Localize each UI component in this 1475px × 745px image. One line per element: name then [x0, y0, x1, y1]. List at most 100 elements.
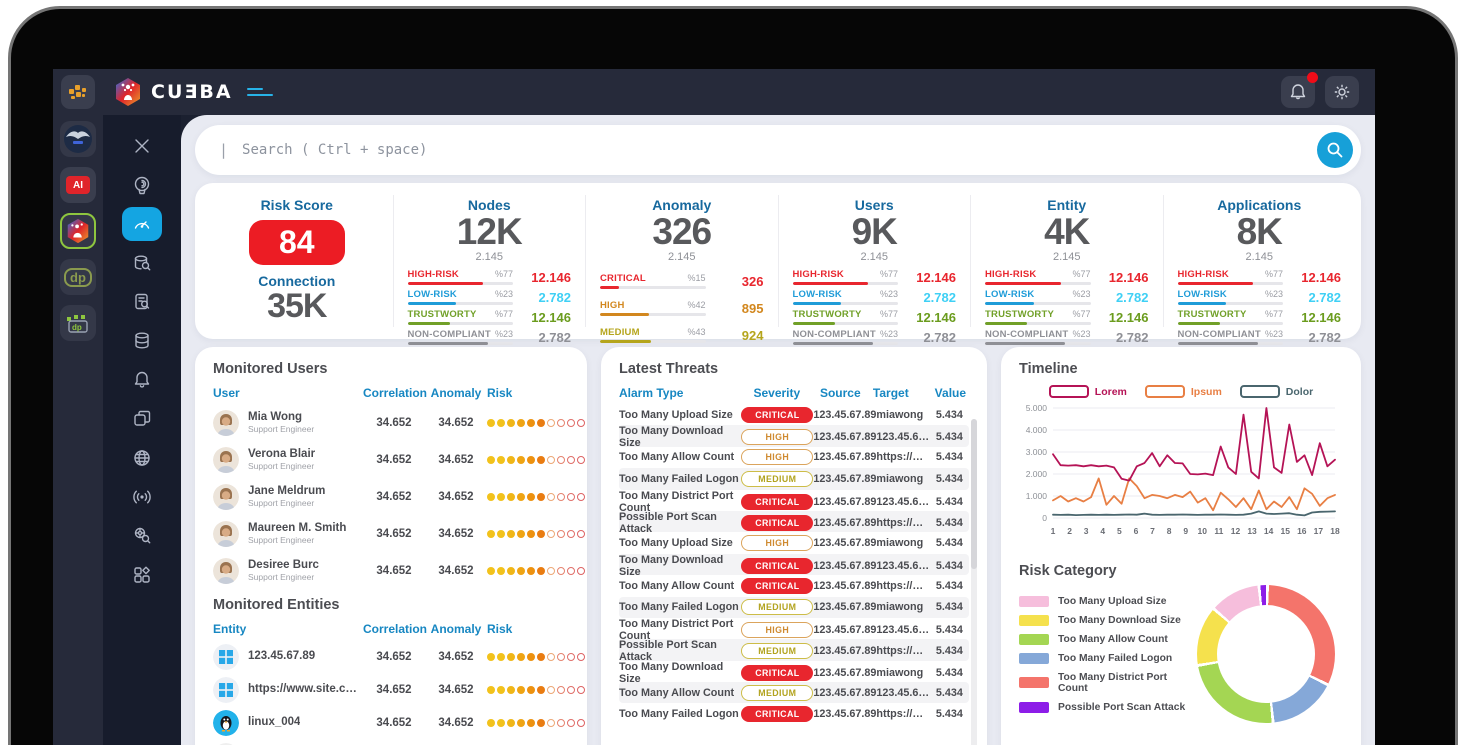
stat-mini-row: HIGH-RISK %77 12.146 — [1177, 269, 1341, 285]
nav-item-ai-head[interactable] — [122, 168, 162, 202]
severity-badge: CRITICAL — [741, 406, 814, 423]
svg-text:14: 14 — [1264, 526, 1274, 536]
nav-item-globe[interactable] — [122, 441, 162, 475]
risk-dots — [487, 566, 585, 575]
stat-mini-row: LOW-RISK %23 2.782 — [1177, 289, 1341, 305]
settings-button[interactable] — [1325, 76, 1359, 108]
entity-row[interactable]: https://www.site.com/... 34.652 34.652 — [213, 673, 585, 706]
svg-text:7: 7 — [1150, 526, 1155, 536]
nav-item-bell[interactable] — [122, 363, 162, 397]
risk-legend-item[interactable]: Too Many Download Size — [1019, 614, 1197, 626]
threat-row[interactable]: Too Many Allow Count HIGH 123.45.67.89 h… — [619, 447, 969, 468]
cueba-app-icon[interactable] — [60, 213, 96, 249]
ai-app-icon[interactable]: AI — [60, 167, 96, 203]
nav-item-broadcast[interactable] — [122, 480, 162, 514]
threat-row[interactable]: Too Many Download Size CRITICAL 123.45.6… — [619, 661, 969, 685]
stat-mini-row: LOW-RISK %23 2.782 — [407, 289, 571, 305]
severity-badge: MEDIUM — [741, 470, 814, 487]
svg-text:13: 13 — [1247, 526, 1257, 536]
entity-row[interactable]: designers_mac 34.65234.652 — [213, 739, 569, 745]
risk-legend-item[interactable]: Too Many Upload Size — [1019, 595, 1197, 607]
risk-legend-item[interactable]: Too Many Allow Count — [1019, 633, 1197, 645]
severity-badge: MEDIUM — [741, 684, 814, 701]
nav-item-close[interactable] — [122, 129, 162, 163]
windows-icon — [213, 643, 239, 670]
svg-text:10: 10 — [1198, 526, 1208, 536]
threat-row[interactable]: Too Many Download Size CRITICAL 123.45.6… — [619, 553, 969, 578]
threat-row[interactable]: Too Many Failed Logon MEDIUM 123.45.67.8… — [619, 468, 969, 490]
nav-item-doc-search[interactable] — [122, 285, 162, 319]
user-row[interactable]: Maureen M. Smith Support Engineer 34.652 3… — [213, 515, 585, 552]
nav-item-net-search[interactable] — [122, 519, 162, 553]
risk-score-label: Risk Score — [260, 197, 333, 213]
database-icon — [135, 332, 149, 349]
dp-store-app-icon[interactable]: dp — [60, 305, 96, 341]
threat-row[interactable]: Too Many District Port Count HIGH 123.45… — [619, 618, 969, 642]
threat-row[interactable]: Too Many District Port Count CRITICAL 12… — [619, 490, 969, 514]
threat-row[interactable]: Too Many Allow Count CRITICAL 123.45.67.… — [619, 575, 969, 596]
stat-mini-row: TRUSTWORTY %77 12.146 — [1177, 309, 1341, 325]
nav-item-layers[interactable] — [122, 402, 162, 436]
app-grid-orange-icon[interactable] — [61, 75, 95, 109]
threat-row[interactable]: Too Many Download Size HIGH 123.45.67.89… — [619, 425, 969, 449]
nav-item-apps[interactable] — [122, 558, 162, 592]
menu-toggle-icon[interactable] — [246, 88, 273, 96]
svg-text:3: 3 — [1084, 526, 1089, 536]
threat-row[interactable]: Too Many Failed Logon CRITICAL 123.45.67… — [619, 703, 969, 724]
user-row[interactable]: Jane Meldrum Support Engineer 34.652 34.65… — [213, 478, 585, 515]
severity-badge: CRITICAL — [741, 664, 814, 681]
linux-icon — [213, 709, 239, 736]
legend-item-dolor[interactable]: Dolor — [1239, 385, 1313, 398]
risk-score-column: Risk Score 84 Connection 35K — [201, 195, 393, 327]
legend-item-lorem[interactable]: Lorem — [1048, 385, 1127, 398]
scrollbar-thumb[interactable] — [971, 419, 977, 569]
severity-badge: CRITICAL — [741, 706, 814, 723]
risk-category-donut — [1197, 585, 1335, 723]
svg-text:4: 4 — [1100, 526, 1105, 536]
user-row[interactable]: Desiree Burc Support Engineer 34.652 34.65… — [213, 552, 585, 589]
gear-icon — [1334, 84, 1350, 100]
severity-badge: MEDIUM — [741, 599, 814, 616]
threat-row[interactable]: Possible Port Scan Attack CRITICAL 123.4… — [619, 510, 969, 535]
stat-column-applications: Applications 8K 2.145 HIGH-RISK %77 12.1… — [1162, 195, 1356, 345]
orange-cluster-icon — [69, 85, 86, 99]
risk-dots — [487, 529, 585, 538]
eagle-app-icon[interactable] — [60, 121, 96, 157]
notifications-button[interactable] — [1281, 72, 1318, 108]
brand-name: CUƎBA — [151, 81, 233, 103]
search-button[interactable] — [1317, 132, 1353, 168]
search-input[interactable] — [242, 142, 1317, 158]
severity-badge: HIGH — [741, 449, 814, 466]
risk-legend-item[interactable]: Too Many District Port Count — [1019, 672, 1197, 694]
latest-threats-title: Latest Threats — [619, 361, 719, 377]
nav-item-dashboard[interactable] — [122, 207, 162, 241]
dp-app-icon[interactable]: dp — [60, 259, 96, 295]
threat-row[interactable]: Too Many Upload Size HIGH 123.45.67.89 m… — [619, 532, 969, 553]
user-avatar — [213, 409, 239, 436]
entity-row[interactable]: linux_004 34.652 34.652 — [213, 706, 585, 739]
user-row[interactable]: Verona Blair Support Engineer 34.652 34.65… — [213, 441, 585, 478]
svg-text:16: 16 — [1297, 526, 1307, 536]
monitored-users-title: Monitored Users — [213, 361, 328, 377]
risk-dots — [487, 492, 585, 501]
threat-row[interactable]: Too Many Upload Size CRITICAL 123.45.67.… — [619, 404, 969, 425]
brand-logo[interactable]: CUƎBA — [113, 77, 273, 107]
threat-row[interactable]: Possible Port Scan Attack MEDIUM 123.45.… — [619, 639, 969, 663]
threat-row[interactable]: Too Many Allow Count MEDIUM 123.45.67.89… — [619, 682, 969, 704]
nav-item-db-search[interactable] — [122, 246, 162, 280]
risk-legend-item[interactable]: Too Many Failed Logon — [1019, 652, 1197, 664]
threat-row[interactable]: Too Many Failed Logon MEDIUM 123.45.67.8… — [619, 596, 969, 618]
entity-row[interactable]: 123.45.67.89 34.652 34.652 — [213, 640, 585, 673]
dashboard-icon — [134, 221, 150, 229]
users-table-header: User Correlation Anomaly Risk — [213, 386, 513, 400]
legend-item-ipsum[interactable]: Ipsum — [1144, 385, 1222, 398]
stat-column-users: Users 9K 2.145 HIGH-RISK %77 12.146 LOW-… — [777, 195, 971, 345]
svg-text:17: 17 — [1314, 526, 1324, 536]
svg-text:5.000: 5.000 — [1026, 403, 1048, 413]
risk-legend-item[interactable]: Possible Port Scan Attack — [1019, 701, 1197, 713]
stat-column-nodes: Nodes 12K 2.145 HIGH-RISK %77 12.146 LOW… — [392, 195, 586, 345]
threats-scrollbar[interactable] — [971, 419, 977, 745]
nav-item-database[interactable] — [122, 324, 162, 358]
svg-text:0: 0 — [1042, 513, 1047, 523]
user-row[interactable]: Mia Wong Support Engineer 34.652 34.652 — [213, 404, 585, 441]
